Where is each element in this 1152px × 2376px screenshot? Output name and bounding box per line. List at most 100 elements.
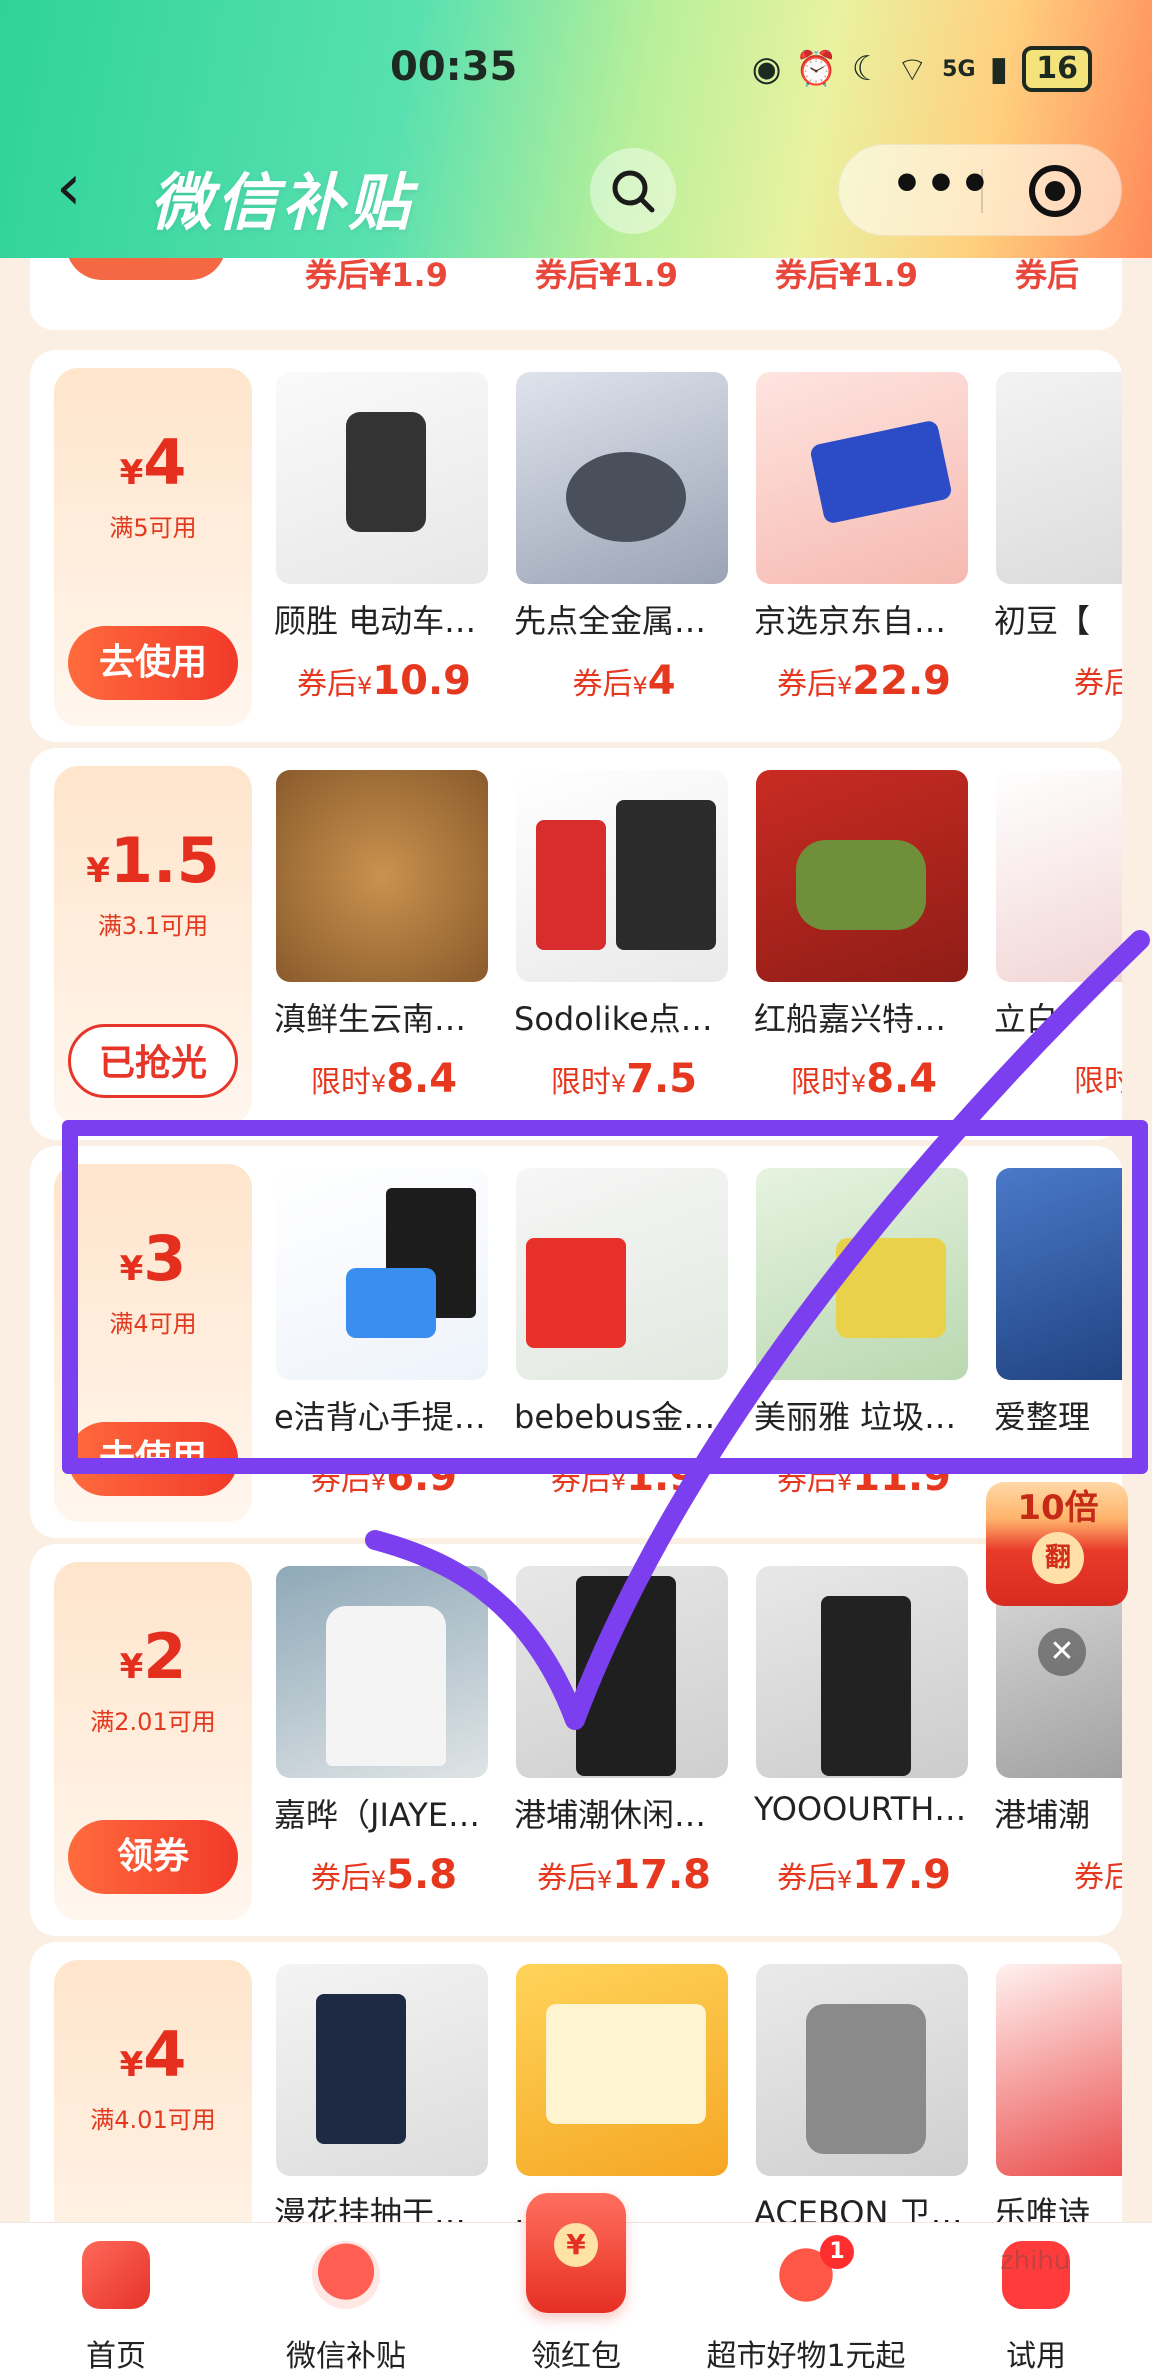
heart-pulse-icon	[312, 2241, 380, 2309]
close-miniprogram-icon[interactable]	[1029, 165, 1081, 217]
use-coupon-button[interactable]: 去使用	[68, 626, 238, 700]
product-card[interactable]: 先点全金属… 券后¥4	[510, 368, 738, 728]
product-image	[516, 1168, 728, 1380]
moon-icon: ☾	[851, 49, 883, 89]
product-image	[996, 372, 1122, 584]
coupon-amount: ¥1.5	[54, 824, 252, 897]
product-image	[276, 1566, 488, 1778]
yen-symbol: ¥	[632, 672, 648, 700]
yen-symbol: ¥	[850, 1070, 867, 1098]
product-image	[276, 770, 488, 982]
coupon-ticket: ¥3 满4可用 去使用	[54, 1164, 252, 1522]
product-name: 嘉晔（JIAYE…	[274, 1796, 481, 1834]
coupon-condition: 满4.01可用	[90, 2106, 216, 2134]
product-price: 限时	[990, 1056, 1122, 1100]
product-name: e洁背心手提…	[274, 1398, 486, 1436]
yen-symbol: ¥	[610, 1070, 627, 1098]
coupon-amount: ¥4	[54, 2018, 252, 2091]
product-image	[756, 1964, 968, 2176]
product-name: 京选京东自…	[754, 602, 947, 640]
use-coupon-button[interactable]: 去使用	[68, 1422, 238, 1496]
yen-symbol: ¥	[610, 1468, 627, 1496]
app-header: 00:35 ◉ ⏰ ☾ ⌔ 5G ▮ 16 ‹ 微信补贴 •••	[0, 0, 1152, 258]
tab-red-envelope[interactable]: 领红包	[476, 2193, 676, 2376]
yen-symbol: ¥	[119, 2045, 144, 2085]
product-card[interactable]: e洁背心手提… 券后¥6.9	[270, 1164, 498, 1524]
coupon-amount: ¥3	[54, 1222, 252, 1295]
search-icon	[612, 170, 655, 213]
sold-out-button[interactable]: 已抢光	[68, 1024, 238, 1098]
tab-subsidy[interactable]: 微信补贴	[246, 2223, 446, 2376]
product-card[interactable]: 嘉晔（JIAYE… 券后¥5.8	[270, 1562, 498, 1922]
price-value: 17.8	[612, 1852, 711, 1898]
product-card[interactable]: 港埔潮 券后	[990, 1562, 1122, 1922]
tab-label: 微信补贴	[286, 2339, 406, 2374]
coupon-condition: 满2.01可用	[90, 1708, 216, 1736]
product-price: 券后¥4	[510, 658, 738, 704]
product-name: 顾胜 电动车…	[274, 602, 477, 640]
tab-supermarket[interactable]: 1 超市好物1元起	[706, 2223, 906, 2376]
status-bar: 00:35 ◉ ⏰ ☾ ⌔ 5G ▮ 16	[0, 40, 1152, 100]
yen-symbol: ¥	[837, 1866, 853, 1894]
tab-label: 领红包	[531, 2339, 621, 2374]
price-label: 券后	[572, 667, 633, 702]
price-label: 券后	[777, 667, 837, 702]
more-menu-icon[interactable]: •••	[891, 159, 993, 209]
eye-icon: ◉	[751, 49, 782, 89]
product-price: 限时¥7.5	[510, 1056, 738, 1102]
network-label: 5G	[942, 56, 976, 82]
product-card[interactable]: Sodolike点… 限时¥7.5	[510, 766, 738, 1126]
product-card[interactable]: 美丽雅 垃圾… 券后¥11.9	[750, 1164, 978, 1524]
search-button[interactable]	[590, 148, 676, 234]
wifi-icon: ⌔	[896, 49, 929, 90]
close-icon[interactable]: ✕	[1038, 1628, 1086, 1676]
miniprogram-capsule: •••	[838, 144, 1122, 236]
claim-coupon-button[interactable]: 领券	[68, 1820, 238, 1894]
product-card[interactable]: 红船嘉兴特… 限时¥8.4	[750, 766, 978, 1126]
coupon-value: 2	[143, 1620, 187, 1693]
product-name: 先点全金属…	[514, 602, 707, 640]
price-value: 8.4	[386, 1056, 458, 1102]
price-label: 券后	[777, 1463, 837, 1498]
product-price: 限时¥8.4	[750, 1056, 978, 1102]
product-name: 港埔潮休闲…	[514, 1796, 707, 1834]
coupon-amount: ¥4	[54, 426, 252, 499]
price-label: 券后	[310, 1463, 371, 1498]
product-price: 券后	[990, 658, 1122, 702]
product-image	[756, 372, 968, 584]
tab-label: 首页	[86, 2339, 146, 2374]
yen-symbol: ¥	[119, 1249, 144, 1289]
badge-multiplier: 10倍	[1017, 1488, 1099, 1528]
product-name: 港埔潮	[994, 1796, 1091, 1834]
coupon-value: 1.5	[109, 824, 220, 897]
red-envelope-badge[interactable]: 10倍 翻	[978, 1462, 1138, 1612]
price-label: 券后	[1074, 666, 1122, 701]
price-label: 限时	[790, 1065, 851, 1100]
battery-indicator: 16	[1022, 46, 1092, 92]
price-value: 4	[647, 658, 676, 704]
coupon-value: 4	[143, 426, 187, 499]
back-arrow-icon[interactable]: ‹	[56, 156, 116, 220]
product-price: 券后¥17.9	[750, 1852, 978, 1898]
product-card[interactable]: 初豆【 券后	[990, 368, 1122, 728]
product-card[interactable]: 立白 限时	[990, 766, 1122, 1126]
yen-symbol: ¥	[837, 1468, 853, 1496]
product-card[interactable]: YOOOURTH… 券后¥17.9	[750, 1562, 978, 1922]
product-price: 券后¥1.9	[510, 1454, 738, 1500]
price-label: 券后	[1074, 1860, 1122, 1895]
home-icon	[82, 2241, 150, 2309]
product-row: 嘉晔（JIAYE… 券后¥5.8 港埔潮休闲… 券后¥17.8 YOOOURTH…	[270, 1562, 1122, 1922]
product-card[interactable]: 港埔潮休闲… 券后¥17.8	[510, 1562, 738, 1922]
nav-row: ‹ 微信补贴 •••	[0, 140, 1152, 240]
yen-symbol: ¥	[86, 851, 110, 891]
product-card[interactable]: 京选京东自… 券后¥22.9	[750, 368, 978, 728]
notification-badge: 1	[820, 2235, 854, 2269]
product-card[interactable]: bebebus金… 券后¥1.9	[510, 1164, 738, 1524]
price-value: 8.4	[866, 1056, 938, 1102]
tab-home[interactable]: 首页	[16, 2223, 216, 2376]
product-card[interactable]: 顾胜 电动车… 券后¥10.9	[270, 368, 498, 728]
product-card[interactable]: 滇鲜生云南… 限时¥8.4	[270, 766, 498, 1126]
coupon-card: ¥1.5 满3.1可用 已抢光 滇鲜生云南… 限时¥8.4 Sodolike点……	[30, 748, 1122, 1140]
price-value: 1.9	[626, 1454, 698, 1500]
yen-symbol: ¥	[370, 1070, 387, 1098]
